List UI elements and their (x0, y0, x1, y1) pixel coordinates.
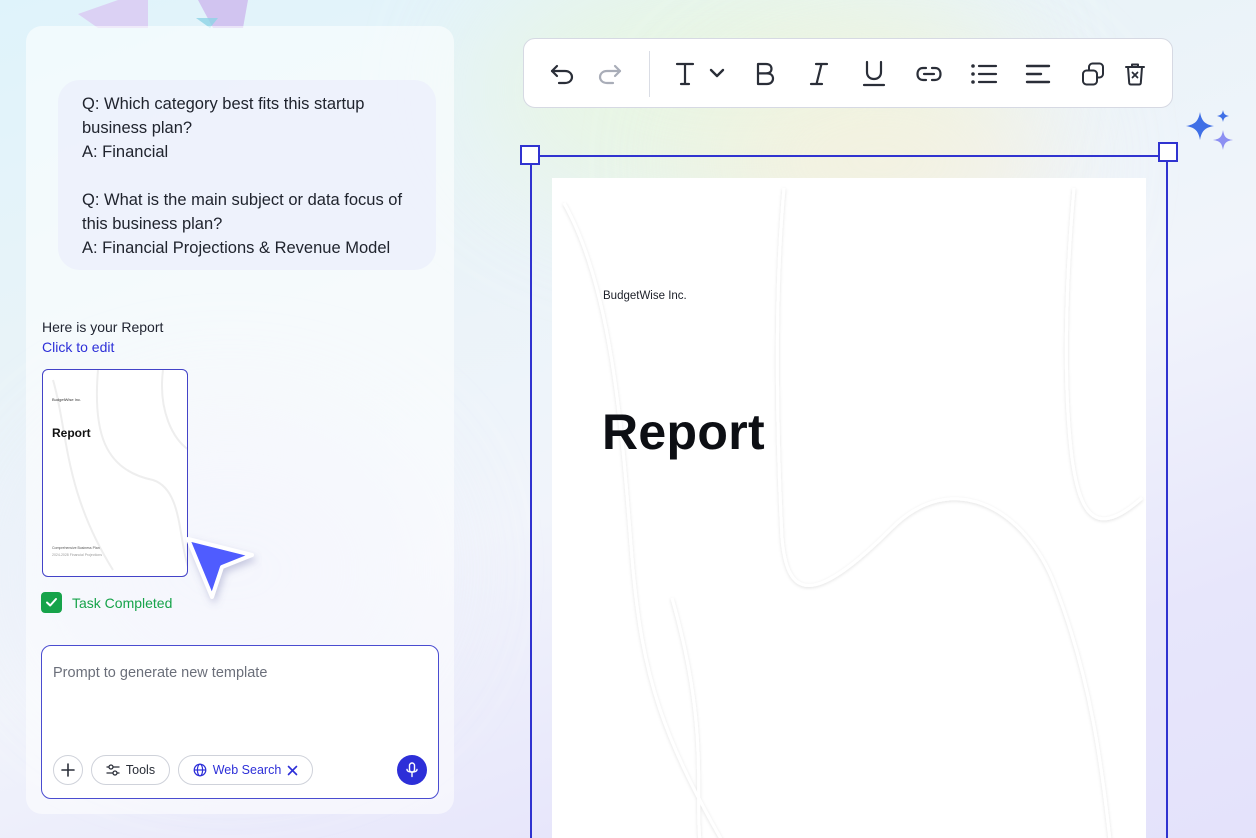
qa-message-bubble: Q: Which category best fits this startup… (58, 80, 436, 270)
answer-text: A: Financial Projections & Revenue Model (82, 239, 391, 257)
trash-icon (1125, 63, 1145, 86)
tools-button[interactable]: Tools (91, 755, 170, 785)
cursor-pointer-icon (186, 537, 254, 599)
prompt-placeholder: Prompt to generate new template (53, 665, 268, 681)
web-search-label: Web Search (212, 763, 282, 777)
close-icon[interactable] (287, 765, 298, 776)
formatting-toolbar (523, 38, 1173, 108)
thumbnail-footer-sub: 2024-2028 Financial Projections (52, 553, 103, 557)
bullet-list-button[interactable] (969, 59, 999, 89)
bold-icon (756, 62, 775, 86)
underline-icon (862, 60, 886, 87)
click-to-edit-link[interactable]: Click to edit (42, 339, 114, 355)
align-left-button[interactable] (1023, 59, 1053, 89)
text-style-dropdown[interactable] (671, 59, 731, 89)
microphone-icon (406, 762, 418, 778)
globe-icon (193, 763, 207, 777)
tools-label: Tools (125, 763, 156, 777)
check-icon (41, 592, 62, 613)
task-completed-label: Task Completed (72, 594, 173, 611)
plus-icon (61, 763, 75, 777)
thumbnail-title: Report (52, 426, 91, 440)
resize-handle-top-left[interactable] (520, 145, 540, 165)
toolbar-divider (649, 51, 650, 97)
add-attachment-button[interactable] (53, 755, 83, 785)
question-text: Q: Which category best fits this startup… (82, 95, 365, 137)
delete-button[interactable] (1120, 59, 1150, 89)
undo-icon (550, 64, 574, 85)
thumbnail-company: BudgetWise Inc. (52, 397, 82, 402)
bold-button[interactable] (750, 59, 780, 89)
redo-button[interactable] (595, 59, 625, 89)
thumbnail-footer: Comprehensive Business Plan (52, 546, 100, 550)
sparkle-icon (1186, 110, 1233, 150)
link-button[interactable] (914, 59, 944, 89)
task-status: Task Completed (41, 592, 172, 613)
link-icon (916, 66, 942, 82)
text-style-icon (675, 62, 725, 86)
question-text: Q: What is the main subject or data focu… (82, 191, 403, 233)
italic-button[interactable] (804, 59, 834, 89)
duplicate-icon (1082, 62, 1104, 86)
prompt-input[interactable]: Prompt to generate new template Tools We… (41, 645, 439, 799)
answer-text: A: Financial (82, 143, 169, 161)
align-left-icon (1025, 64, 1051, 84)
web-search-chip[interactable]: Web Search (178, 755, 313, 785)
bullet-list-icon (971, 64, 998, 84)
report-thumbnail[interactable]: BudgetWise Inc. Report Comprehensive Bus… (42, 369, 188, 577)
selection-frame (530, 155, 1168, 838)
microphone-button[interactable] (397, 755, 427, 785)
redo-icon (598, 64, 622, 85)
sliders-icon (106, 764, 120, 776)
duplicate-button[interactable] (1078, 59, 1108, 89)
italic-icon (809, 62, 829, 86)
report-label: Here is your Report (42, 319, 164, 335)
underline-button[interactable] (859, 59, 889, 89)
decorative-shapes (78, 0, 248, 28)
undo-button[interactable] (547, 59, 577, 89)
resize-handle-top-right[interactable] (1158, 142, 1178, 162)
